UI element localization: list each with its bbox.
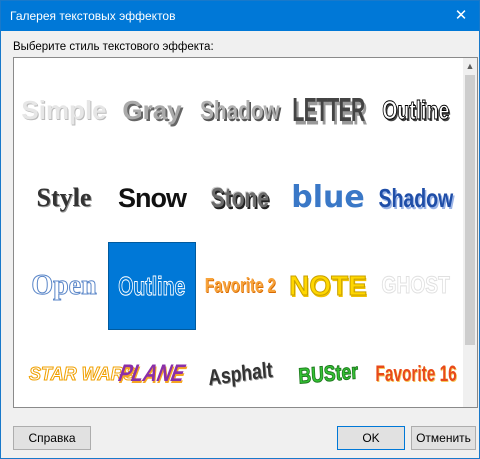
effect-label: Open bbox=[31, 270, 97, 301]
effect-stone[interactable]: Stone bbox=[196, 154, 284, 242]
ok-button[interactable]: OK bbox=[337, 426, 405, 450]
effect-label: Shadow bbox=[378, 183, 454, 213]
effect-label: Favorite 16 bbox=[375, 361, 457, 386]
effect-asphalt[interactable]: Asphalt bbox=[196, 330, 284, 407]
text-effects-dialog: Галерея текстовых эффектов ✕ Выберите ст… bbox=[0, 0, 480, 459]
titlebar: Галерея текстовых эффектов ✕ bbox=[1, 1, 479, 31]
effect-label: blue bbox=[291, 180, 365, 215]
effect-label: Simple bbox=[21, 95, 107, 125]
effect-label: PLANE bbox=[114, 360, 190, 387]
effect-label: STAR WARS bbox=[29, 364, 137, 384]
effect-favorite-2[interactable]: Favorite 2 bbox=[196, 242, 284, 330]
gallery-label: Выберите стиль текстового эффекта: bbox=[13, 41, 214, 53]
close-icon[interactable]: ✕ bbox=[443, 1, 479, 31]
effect-label: Favorite 2 bbox=[204, 275, 276, 297]
effect-ghost[interactable]: GHOST bbox=[372, 242, 460, 330]
help-button[interactable]: Справка bbox=[13, 426, 91, 450]
effect-star-wars[interactable]: STAR WARS bbox=[20, 330, 137, 407]
effect-label: Outline bbox=[382, 95, 450, 125]
effect-buster[interactable]: BUSter bbox=[284, 330, 372, 407]
effect-label: Snow bbox=[118, 182, 187, 213]
effect-simple[interactable]: Simple bbox=[20, 66, 108, 154]
effect-label: Stone bbox=[210, 182, 270, 213]
chevron-up-icon[interactable]: ▲ bbox=[463, 58, 477, 74]
effect-label: Style bbox=[36, 183, 92, 212]
effect-shadow-blue[interactable]: Shadow bbox=[372, 154, 460, 242]
effect-outline-selected[interactable]: Outline bbox=[108, 242, 196, 330]
effect-outline[interactable]: Outline bbox=[372, 66, 460, 154]
cancel-button[interactable]: Отменить bbox=[411, 426, 476, 450]
window-title: Галерея текстовых эффектов bbox=[10, 9, 176, 23]
effect-label: Shadow bbox=[200, 95, 280, 125]
scroll-thumb[interactable] bbox=[465, 75, 475, 345]
vertical-scrollbar[interactable]: ▲ bbox=[463, 58, 477, 407]
effect-label: BUSter bbox=[297, 358, 359, 389]
effects-gallery[interactable]: Simple Gray Shadow LETTER Outline Style … bbox=[13, 57, 478, 408]
effect-label: Asphalt bbox=[206, 356, 274, 391]
effect-style[interactable]: Style bbox=[20, 154, 108, 242]
effect-snow[interactable]: Snow bbox=[108, 154, 196, 242]
effect-letter[interactable]: LETTER bbox=[284, 66, 372, 154]
effect-note[interactable]: NOTE bbox=[284, 242, 372, 330]
effect-shadow[interactable]: Shadow bbox=[196, 66, 284, 154]
effect-label: NOTE bbox=[289, 270, 368, 301]
effect-label: Outline bbox=[118, 271, 186, 301]
effect-gray[interactable]: Gray bbox=[108, 66, 196, 154]
effect-label: LETTER bbox=[291, 90, 365, 128]
effect-open[interactable]: Open bbox=[20, 242, 108, 330]
effect-label: GHOST bbox=[381, 272, 451, 299]
effect-label: Gray bbox=[122, 95, 182, 125]
effect-favorite-16[interactable]: Favorite 16 bbox=[372, 330, 460, 407]
effect-blue[interactable]: blue bbox=[284, 154, 372, 242]
effect-plane[interactable]: PLANE bbox=[108, 330, 196, 407]
